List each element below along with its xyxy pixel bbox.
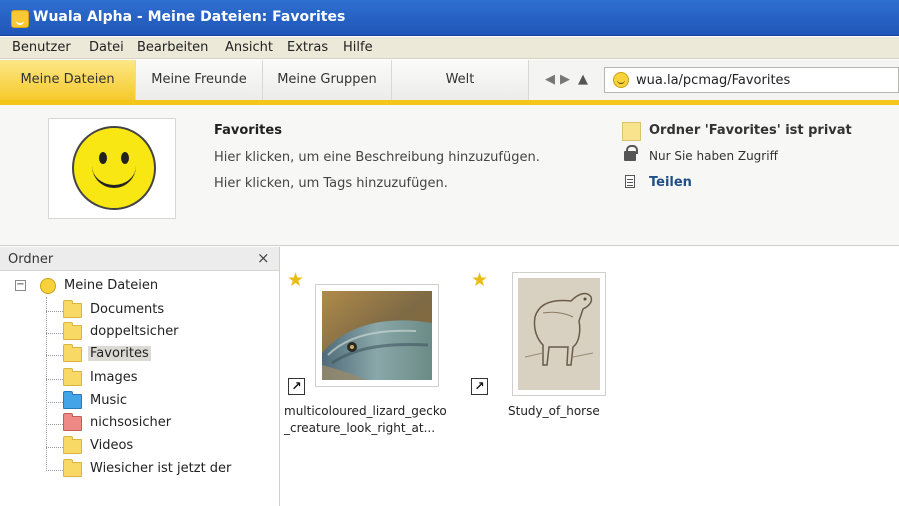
tree-connector — [46, 470, 63, 471]
folder-icon — [63, 436, 82, 454]
tree-root-label[interactable]: Meine Dateien — [64, 278, 158, 293]
menu-benutzer[interactable]: Benutzer — [12, 40, 71, 55]
tree-item-label: Videos — [90, 438, 134, 453]
smiley-eye — [99, 152, 107, 164]
menu-datei[interactable]: Datei — [89, 40, 124, 55]
file-thumbnail-horse[interactable] — [512, 272, 606, 396]
menu-hilfe[interactable]: Hilfe — [343, 40, 373, 55]
tree-connector — [46, 355, 63, 356]
lizard-image — [322, 291, 432, 380]
close-icon[interactable]: × — [257, 249, 270, 267]
description-link[interactable]: Hier klicken, um eine Beschreibung hinzu… — [214, 150, 540, 165]
tab-meine-freunde[interactable]: Meine Freunde — [136, 60, 263, 100]
tree-item-label: Images — [90, 370, 138, 385]
tab-welt[interactable]: Welt — [392, 60, 529, 100]
folder-info-panel: Favorites Hier klicken, um eine Beschrei… — [0, 105, 899, 246]
tree-item-label: nichsosicher — [90, 415, 172, 430]
app-logo-icon — [11, 10, 29, 28]
document-icon — [625, 175, 635, 188]
forward-arrow-icon[interactable]: ▶ — [560, 72, 570, 87]
favorite-star-icon[interactable]: ★ — [471, 271, 488, 290]
file-name-line1[interactable]: multicoloured_lizard_gecko — [284, 404, 447, 418]
sidebar-header: Ordner × — [0, 247, 279, 271]
horse-sketch-image — [518, 278, 600, 390]
tree-item-videos[interactable]: Videos — [46, 436, 276, 458]
shortcut-arrow-icon: ↗ — [288, 378, 305, 395]
tree-item-music[interactable]: Music — [46, 391, 276, 413]
menu-bar: Benutzer Datei Bearbeiten Ansicht Extras… — [0, 37, 899, 59]
menu-bearbeiten[interactable]: Bearbeiten — [137, 40, 208, 55]
folder-icon — [63, 413, 82, 431]
tree-item-wiesicher[interactable]: Wiesicher ist jetzt der — [46, 459, 276, 481]
back-arrow-icon[interactable]: ◀ — [545, 72, 555, 87]
tree-connector — [46, 333, 63, 334]
file-name-line2[interactable]: _creature_look_right_at... — [284, 421, 435, 435]
tree-connector — [46, 402, 63, 403]
folder-thumbnail — [48, 118, 176, 219]
file-name-line1[interactable]: Study_of_horse — [508, 404, 600, 418]
smiley-icon — [72, 126, 156, 210]
shortcut-arrow-icon: ↗ — [471, 378, 488, 395]
folder-icon — [63, 368, 82, 386]
tree-item-label: Music — [90, 393, 127, 408]
title-bar: Wuala Alpha - Meine Dateien: Favorites — [0, 0, 899, 36]
folder-icon — [63, 322, 82, 340]
smiley-mouth — [92, 164, 136, 188]
tags-link[interactable]: Hier klicken, um Tags hinzuzufügen. — [214, 176, 448, 191]
favorite-star-icon[interactable]: ★ — [287, 271, 304, 290]
address-value[interactable]: wua.la/pcmag/Favorites — [636, 73, 790, 88]
tree-item-label: doppeltsicher — [90, 324, 179, 339]
smiley-icon — [40, 278, 56, 294]
share-link[interactable]: Teilen — [649, 175, 692, 190]
folder-icon — [63, 300, 82, 318]
tree-item-images[interactable]: Images — [46, 368, 276, 390]
folder-title: Favorites — [214, 123, 282, 138]
address-bar[interactable]: wua.la/pcmag/Favorites — [604, 67, 899, 93]
tab-meine-dateien[interactable]: Meine Dateien — [0, 60, 136, 100]
tree-item-doppeltsicher[interactable]: doppeltsicher — [46, 322, 276, 344]
smiley-eye — [121, 152, 129, 164]
tree-item-documents[interactable]: Documents — [46, 300, 276, 322]
tree-item-label: Favorites — [88, 346, 151, 361]
folder-icon — [63, 459, 82, 477]
folder-icon — [63, 344, 82, 362]
tree-connector — [46, 379, 63, 380]
tree-item-favorites[interactable]: Favorites — [46, 344, 276, 366]
file-thumbnail-lizard[interactable] — [315, 284, 439, 387]
smiley-icon — [613, 72, 629, 88]
menu-extras[interactable]: Extras — [287, 40, 328, 55]
collapse-toggle-icon[interactable]: − — [15, 280, 26, 291]
tree-item-nichsosicher[interactable]: nichsosicher — [46, 413, 276, 435]
tree-connector — [46, 424, 63, 425]
folder-sidebar: Ordner × − Meine Dateien Documents doppe… — [0, 247, 280, 506]
menu-ansicht[interactable]: Ansicht — [225, 40, 273, 55]
tree-item-label: Documents — [90, 302, 165, 317]
sidebar-title: Ordner — [8, 252, 54, 267]
privacy-folder-icon — [622, 122, 641, 141]
lock-icon — [624, 145, 638, 161]
tree-connector — [46, 447, 63, 448]
up-arrow-icon[interactable]: ▲ — [578, 72, 588, 87]
privacy-status: Ordner 'Favorites' ist privat — [649, 123, 852, 138]
folder-icon — [63, 391, 82, 409]
file-grid: ★ ↗ multicoloured_lizard_gecko _creature… — [281, 247, 899, 506]
tab-meine-gruppen[interactable]: Meine Gruppen — [263, 60, 392, 100]
window-title: Wuala Alpha - Meine Dateien: Favorites — [33, 9, 346, 25]
tree-item-label: Wiesicher ist jetzt der — [90, 461, 232, 476]
tree-connector — [46, 311, 63, 312]
access-status: Nur Sie haben Zugriff — [649, 149, 778, 163]
